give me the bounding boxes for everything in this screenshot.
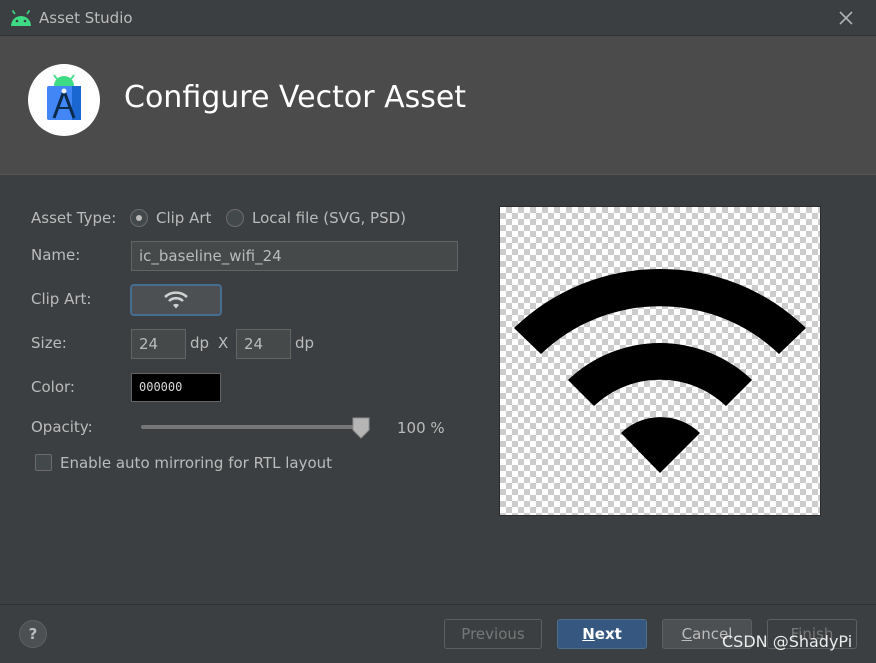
next-button[interactable]: Next (557, 619, 647, 649)
opacity-slider-thumb[interactable] (352, 417, 370, 439)
size-width-unit: dp (190, 334, 210, 352)
radio-clip-art[interactable] (130, 209, 148, 227)
size-height-unit: dp (295, 334, 315, 352)
opacity-label: Opacity: (31, 418, 93, 436)
wifi-icon (164, 291, 188, 309)
size-label: Size: (31, 334, 67, 352)
radio-local-file-label[interactable]: Local file (SVG, PSD) (252, 209, 406, 227)
asset-preview (499, 206, 821, 516)
radio-local-file[interactable] (226, 209, 244, 227)
opacity-slider[interactable] (141, 425, 366, 429)
cancel-mnemonic: C (681, 625, 693, 643)
size-height-input[interactable] (236, 329, 291, 359)
radio-clip-art-label[interactable]: Clip Art (156, 209, 211, 227)
size-separator: X (218, 334, 229, 352)
previous-label: Previous (461, 625, 525, 643)
previous-button[interactable]: Previous (444, 619, 542, 649)
wizard-header: Configure Vector Asset (0, 36, 876, 175)
window-title: Asset Studio (39, 9, 133, 27)
wifi-icon (514, 268, 806, 473)
name-input[interactable] (131, 241, 458, 271)
opacity-value: 100 % (397, 419, 445, 437)
page-title: Configure Vector Asset (124, 80, 467, 115)
window-titlebar: Asset Studio (0, 0, 876, 36)
size-width-input[interactable] (131, 329, 186, 359)
name-label: Name: (31, 246, 81, 264)
color-picker[interactable]: 000000 (131, 373, 221, 402)
asset-type-label: Asset Type: (31, 209, 117, 227)
close-icon[interactable] (836, 8, 856, 28)
clip-art-button[interactable] (130, 284, 222, 316)
watermark: CSDN @ShadyPi (722, 632, 853, 651)
clip-art-label: Clip Art: (31, 290, 92, 308)
next-label: ext (594, 625, 622, 643)
next-mnemonic: N (582, 625, 595, 643)
auto-mirror-label[interactable]: Enable auto mirroring for RTL layout (60, 454, 332, 472)
help-button[interactable]: ? (19, 620, 47, 648)
android-studio-logo (28, 64, 100, 136)
color-label: Color: (31, 378, 75, 396)
android-icon (11, 10, 31, 26)
auto-mirror-checkbox[interactable] (35, 454, 52, 471)
